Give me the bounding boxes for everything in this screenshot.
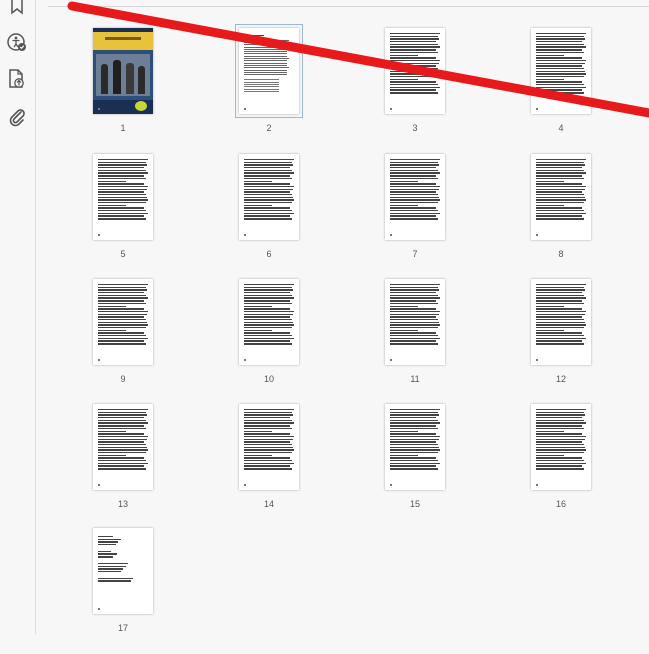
page-preview — [93, 154, 153, 240]
page-preview — [531, 154, 591, 240]
page-preview — [385, 28, 445, 114]
page-thumbnail[interactable]: 16 — [516, 404, 606, 530]
page-thumbnail[interactable]: 14 — [224, 404, 314, 530]
page-thumbnail[interactable]: 13 — [78, 404, 168, 530]
page-thumbnail[interactable]: 8 — [516, 154, 606, 280]
page-footer-mark — [244, 484, 246, 486]
page-number-label: 12 — [555, 374, 566, 384]
page-number-label: 13 — [117, 499, 128, 509]
page-thumbnail[interactable]: 15 — [370, 404, 460, 530]
page-footer-mark — [244, 108, 246, 110]
page-number-label: 15 — [409, 499, 420, 509]
page-footer-mark — [98, 108, 100, 110]
page-footer-mark — [244, 359, 246, 361]
page-number-label: 7 — [412, 249, 418, 259]
page-footer-mark — [536, 359, 538, 361]
page-preview — [531, 28, 591, 114]
left-navigation-rail — [0, 0, 36, 634]
bookmark-icon[interactable] — [6, 0, 28, 16]
page-thumbnail[interactable]: 3 — [370, 28, 460, 154]
page-footer-mark — [390, 359, 392, 361]
page-number-label: 11 — [410, 374, 420, 384]
page-preview — [239, 279, 299, 365]
page-footer-mark — [98, 484, 100, 486]
page-preview — [239, 404, 299, 490]
page-number-label: 14 — [263, 499, 274, 509]
page-preview — [235, 24, 303, 118]
page-preview — [385, 154, 445, 240]
page-preview — [531, 279, 591, 365]
page-number-label: 9 — [120, 374, 126, 384]
page-footer-mark — [536, 234, 538, 236]
page-number-label: 8 — [558, 249, 564, 259]
page-preview — [531, 404, 591, 490]
page-footer-mark — [390, 234, 392, 236]
page-number-label: 6 — [266, 249, 272, 259]
page-number-label: 17 — [117, 623, 128, 633]
page-number-label: 3 — [412, 123, 418, 133]
page-thumbnail[interactable]: 7 — [370, 154, 460, 280]
page-number-label: 16 — [555, 499, 566, 509]
page-footer-mark — [536, 484, 538, 486]
page-footer-mark — [536, 108, 538, 110]
page-footer-mark — [98, 234, 100, 236]
page-footer-mark — [390, 484, 392, 486]
page-number-label: 5 — [120, 249, 126, 259]
page-footer-mark — [390, 108, 392, 110]
page-thumbnails-panel: 1 2 3 4 5 6 7 8 9 10 11 12 13 14 15 16 17 — [36, 0, 649, 634]
page-preview — [93, 404, 153, 490]
page-thumbnail[interactable]: 11 — [370, 279, 460, 405]
page-preview — [385, 279, 445, 365]
page-thumbnail[interactable]: 1 — [78, 28, 168, 154]
page-number-label: 2 — [266, 123, 272, 133]
page-preview — [385, 404, 445, 490]
page-thumbnail[interactable]: 17 — [78, 528, 168, 654]
page-footer-mark — [98, 359, 100, 361]
panel-divider — [48, 6, 649, 7]
paperclip-icon[interactable] — [6, 106, 28, 128]
page-thumbnail[interactable]: 4 — [516, 28, 606, 154]
accessibility-check-icon[interactable] — [6, 31, 28, 53]
page-number-label: 1 — [120, 123, 126, 133]
page-thumbnail[interactable]: 2 — [224, 24, 314, 154]
page-number-label: 4 — [558, 123, 564, 133]
page-thumbnail[interactable]: 9 — [78, 279, 168, 405]
page-preview — [93, 279, 153, 365]
page-thumbnail[interactable]: 10 — [224, 279, 314, 405]
page-attach-icon[interactable] — [6, 68, 28, 90]
page-preview — [239, 154, 299, 240]
page-thumbnail[interactable]: 6 — [224, 154, 314, 280]
page-preview — [93, 528, 153, 614]
page-thumbnail[interactable]: 12 — [516, 279, 606, 405]
page-thumbnail[interactable]: 5 — [78, 154, 168, 280]
page-footer-mark — [244, 234, 246, 236]
page-preview — [93, 28, 153, 114]
page-footer-mark — [98, 608, 100, 610]
page-number-label: 10 — [263, 374, 274, 384]
